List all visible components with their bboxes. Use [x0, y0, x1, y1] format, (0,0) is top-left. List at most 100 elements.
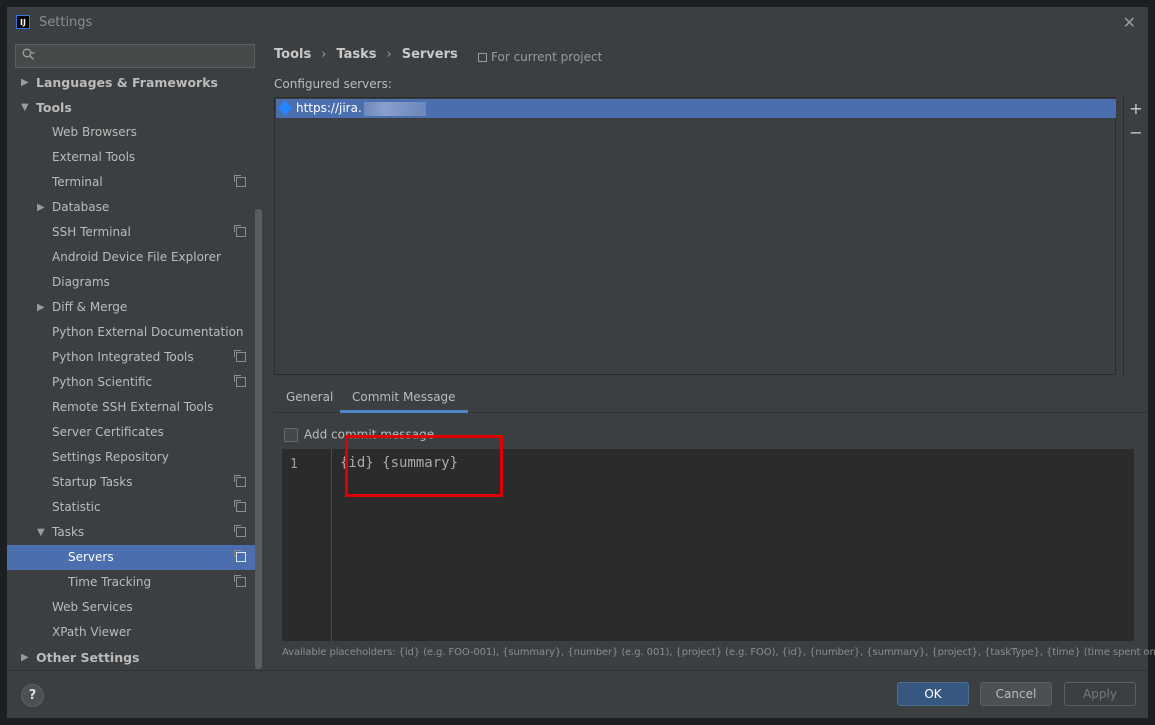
sidebar-item-web-services[interactable]: Web Services [7, 595, 262, 620]
sidebar-item-startup-tasks[interactable]: Startup Tasks [7, 470, 262, 495]
sidebar-item-xpath-viewer[interactable]: XPath Viewer [7, 620, 262, 645]
sidebar-item-label: Terminal [52, 175, 103, 189]
sidebar-item-other-settings[interactable]: ▶ Other Settings [7, 645, 262, 670]
redacted-url-part [363, 101, 426, 116]
dialog-title: Settings [39, 15, 93, 30]
sidebar-item-label: Web Services [52, 600, 133, 614]
sidebar-item-label: Python External Documentation [52, 325, 244, 339]
sidebar-scrollbar[interactable] [255, 209, 262, 669]
sidebar-item-tools[interactable]: ▼ Tools [7, 95, 262, 120]
settings-sidebar: ▶ Languages & Frameworks ▼ Tools Web Browser… [7, 37, 262, 670]
sidebar-item-label: Web Browsers [52, 125, 137, 139]
sidebar-item-python-external-documentation[interactable]: Python External Documentation [7, 320, 262, 345]
sidebar-item-label: Python Integrated Tools [52, 350, 194, 364]
remove-server-button[interactable]: − [1124, 121, 1148, 145]
close-icon[interactable]: ✕ [1123, 13, 1136, 32]
sidebar-item-external-tools[interactable]: External Tools [7, 145, 262, 170]
sidebar-item-settings-repository[interactable]: Settings Repository [7, 445, 262, 470]
sidebar-item-ssh-terminal[interactable]: SSH Terminal [7, 220, 262, 245]
help-button[interactable]: ? [21, 684, 44, 707]
sidebar-item-time-tracking[interactable]: Time Tracking [7, 570, 262, 595]
available-placeholders-hint: Available placeholders: {id} (e.g. FOO-0… [282, 647, 1155, 658]
server-row[interactable]: https://jira. [276, 99, 1116, 118]
collapsed-arrow-icon[interactable]: ▶ [37, 295, 47, 320]
sidebar-item-python-integrated-tools[interactable]: Python Integrated Tools [7, 345, 262, 370]
settings-search-input[interactable] [15, 44, 255, 68]
search-icon [22, 48, 35, 60]
sidebar-item-label: Servers [68, 550, 114, 564]
jira-icon [277, 100, 293, 116]
sidebar-item-label: Statistic [52, 500, 101, 514]
project-level-icon [234, 500, 246, 512]
scope-indicator: For current project [478, 50, 602, 64]
sidebar-item-web-browsers[interactable]: Web Browsers [7, 120, 262, 145]
sidebar-item-label: XPath Viewer [52, 625, 132, 639]
sidebar-item-tasks[interactable]: ▼ Tasks [7, 520, 262, 545]
list-toolbar: + − [1123, 97, 1147, 375]
servers-panel: Tools › Tasks › Servers For current project … [262, 37, 1155, 670]
sidebar-item-remote-ssh-external-tools[interactable]: Remote SSH External Tools [7, 395, 262, 420]
breadcrumb-tools: Tools [274, 47, 312, 62]
intellij-app-icon: IJ [16, 15, 30, 29]
tab-commit-message[interactable]: Commit Message [340, 385, 468, 413]
sidebar-item-label: Diagrams [52, 275, 110, 289]
server-tabs: General Commit Message [274, 385, 1148, 413]
sidebar-item-diagrams[interactable]: Diagrams [7, 270, 262, 295]
add-server-button[interactable]: + [1124, 97, 1148, 121]
breadcrumb-separator: › [386, 47, 392, 62]
sidebar-item-label: Languages & Frameworks [36, 75, 218, 90]
sidebar-item-database[interactable]: ▶ Database [7, 195, 262, 220]
sidebar-item-label: Tasks [52, 525, 85, 539]
red-highlight-annotation [345, 435, 503, 497]
collapsed-arrow-icon[interactable]: ▶ [37, 195, 47, 220]
project-scope-icon [478, 53, 487, 62]
commit-message-editor[interactable]: 1 {id} {summary} [282, 435, 1134, 641]
sidebar-item-terminal[interactable]: Terminal [7, 170, 262, 195]
sidebar-item-statistic[interactable]: Statistic [7, 495, 262, 520]
sidebar-item-label: Time Tracking [68, 575, 152, 589]
project-level-icon [234, 475, 246, 487]
sidebar-item-label: Database [52, 200, 110, 214]
sidebar-item-python-scientific[interactable]: Python Scientific [7, 370, 262, 395]
breadcrumb-separator: › [321, 47, 327, 62]
sidebar-item-servers[interactable]: Servers [7, 545, 262, 570]
sidebar-item-label: Diff & Merge [52, 300, 128, 314]
sidebar-item-label: SSH Terminal [52, 225, 131, 239]
sidebar-item-server-certificates[interactable]: Server Certificates [7, 420, 262, 445]
line-number: 1 [290, 457, 298, 472]
scope-label: For current project [491, 50, 603, 64]
server-url: https://jira. [296, 101, 362, 115]
project-level-icon [234, 550, 246, 562]
cancel-button[interactable]: Cancel [980, 682, 1052, 706]
sidebar-item-label: Python Scientific [52, 375, 153, 389]
collapsed-arrow-icon[interactable]: ▶ [21, 70, 31, 95]
sidebar-item-label: Tools [36, 100, 72, 115]
expanded-arrow-icon[interactable]: ▼ [21, 95, 31, 120]
servers-list[interactable]: https://jira. [274, 97, 1116, 375]
tab-general[interactable]: General [274, 385, 345, 413]
collapsed-arrow-icon[interactable]: ▶ [21, 645, 31, 670]
dialog-button-bar: ? OK Cancel Apply [7, 670, 1148, 718]
breadcrumb: Tools › Tasks › Servers [274, 47, 458, 62]
apply-button[interactable]: Apply [1064, 682, 1136, 706]
project-level-icon [234, 350, 246, 362]
project-level-icon [234, 225, 246, 237]
sidebar-item-label: Remote SSH External Tools [52, 400, 214, 414]
add-commit-message-checkbox[interactable] [284, 427, 298, 442]
settings-tree: ▶ Languages & Frameworks ▼ Tools Web Browser… [7, 70, 262, 670]
sidebar-item-diff-merge[interactable]: ▶ Diff & Merge [7, 295, 262, 320]
sidebar-item-android-device-file-explorer[interactable]: Android Device File Explorer [7, 245, 262, 270]
breadcrumb-servers: Servers [401, 47, 458, 62]
sidebar-item-label: External Tools [52, 150, 136, 164]
sidebar-item-label: Settings Repository [52, 450, 169, 464]
editor-gutter: 1 [282, 449, 332, 641]
sidebar-item-label: Other Settings [36, 650, 140, 665]
project-level-icon [234, 175, 246, 187]
project-level-icon [234, 525, 246, 537]
project-level-icon [234, 575, 246, 587]
ok-button[interactable]: OK [897, 682, 969, 706]
sidebar-item-label: Android Device File Explorer [52, 250, 221, 264]
title-bar: IJ Settings ✕ [7, 7, 1148, 37]
expanded-arrow-icon[interactable]: ▼ [37, 520, 47, 545]
sidebar-item-languages-frameworks[interactable]: ▶ Languages & Frameworks [7, 70, 262, 95]
